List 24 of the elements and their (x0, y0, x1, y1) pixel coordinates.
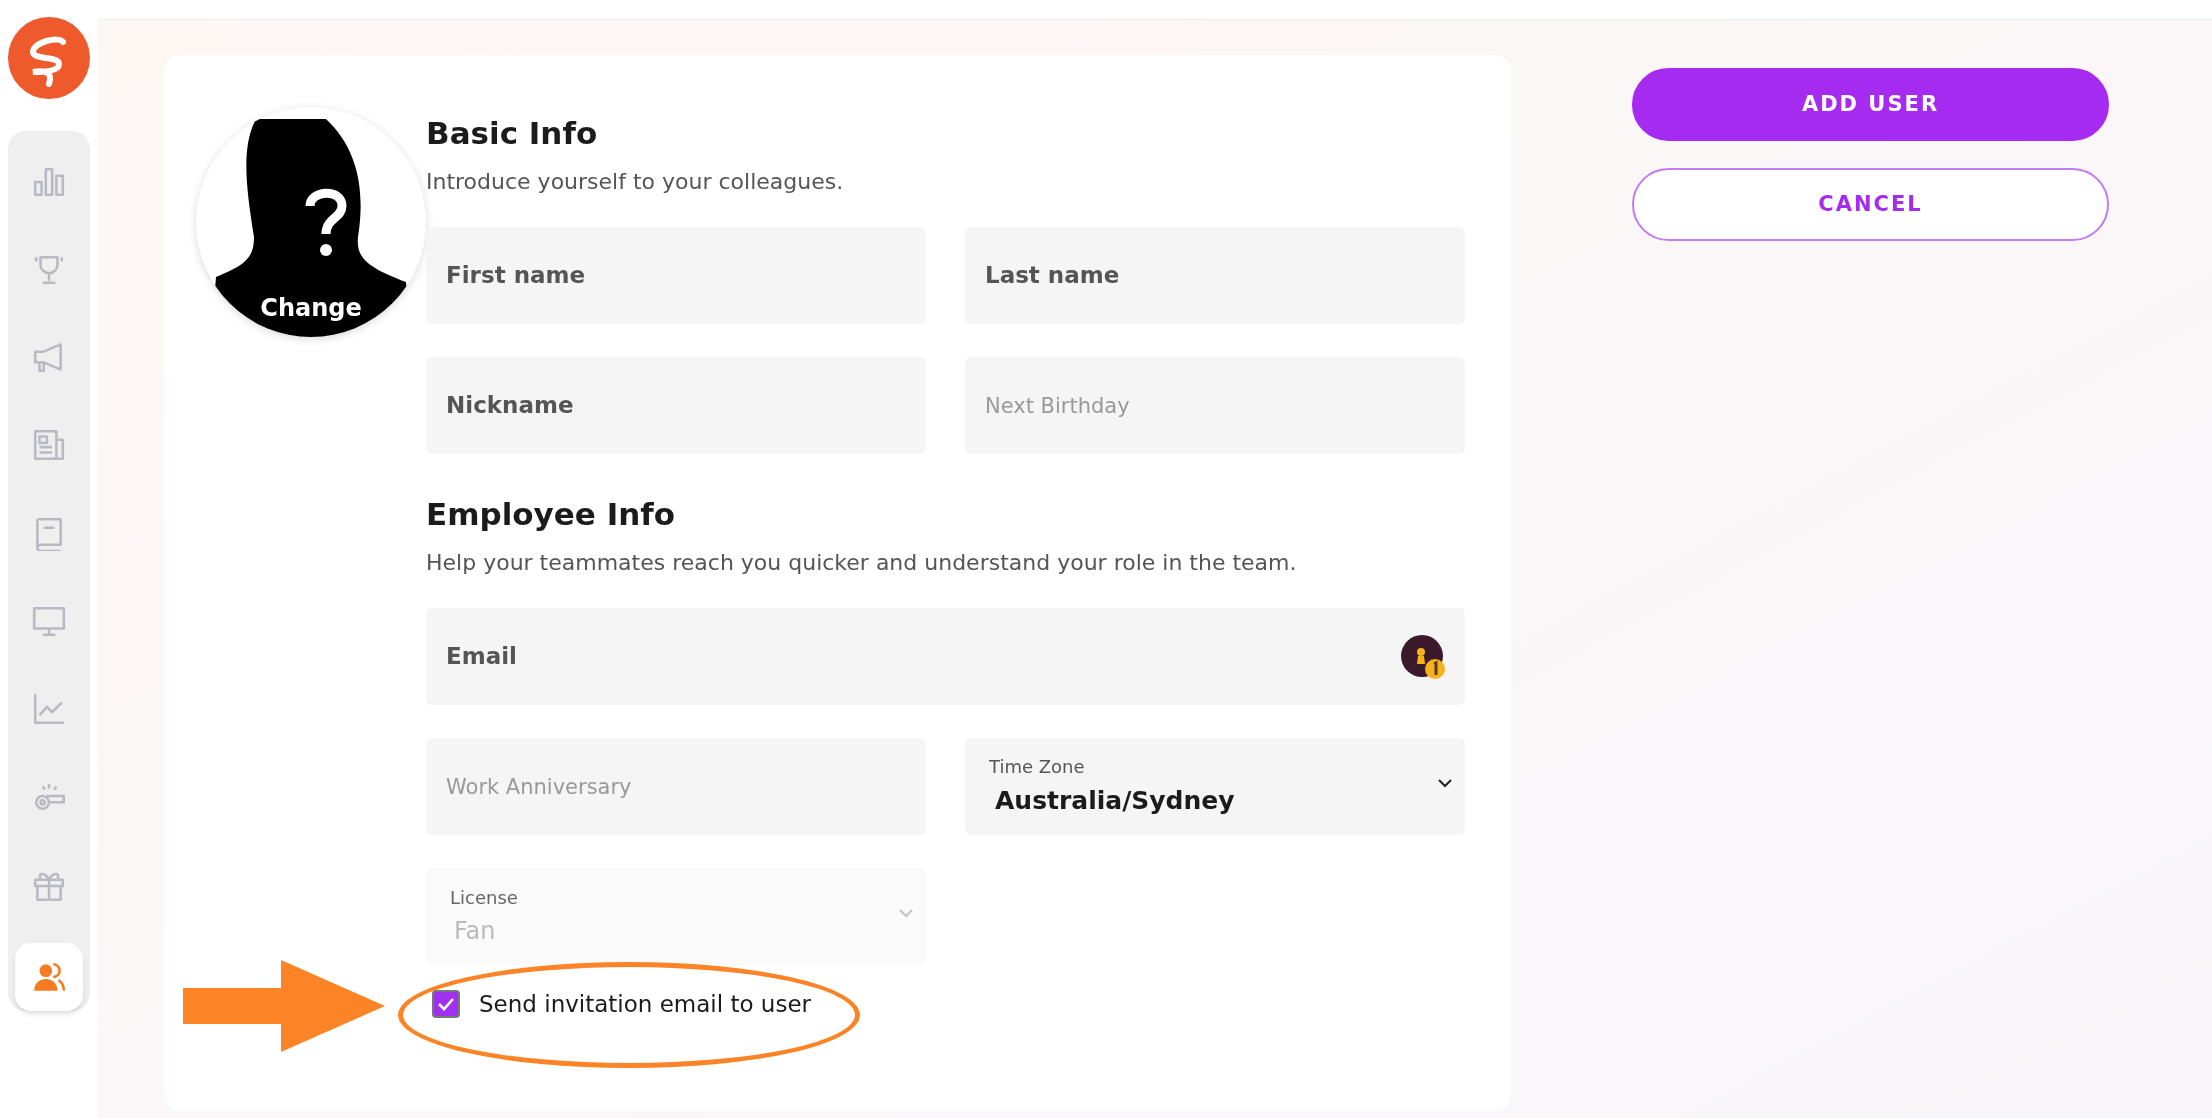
add-user-button[interactable]: ADD USER (1632, 68, 2109, 141)
newspaper-icon (31, 427, 67, 463)
line-chart-icon (31, 691, 67, 727)
avatar-picture[interactable]: Change (196, 107, 426, 337)
text-field[interactable]: Last name (965, 227, 1465, 324)
checkbox-label[interactable]: Send invitation email to user (479, 987, 811, 1022)
cancel-button[interactable]: CANCEL (1632, 168, 2109, 241)
chevron-down-icon (1437, 778, 1453, 788)
date-field[interactable]: Work Anniversary (426, 738, 926, 835)
section-description: Help your teammates reach you quicker and understand your role in the team. (426, 549, 1298, 577)
checkmark-icon (437, 997, 455, 1012)
section-description: Introduce yourself to your colleagues. (426, 168, 845, 196)
text-field[interactable]: First name (426, 227, 926, 324)
chevron-down-icon (898, 908, 914, 918)
text-field[interactable]: Nickname (426, 357, 926, 454)
person-badge-icon[interactable] (1401, 635, 1445, 679)
change-photo-link[interactable]: Change (196, 290, 426, 326)
checkbox[interactable] (432, 990, 460, 1019)
date-field[interactable]: Next Birthday (965, 357, 1465, 454)
select-field[interactable]: Time Zone Australia/Sydney (965, 738, 1465, 835)
text-field[interactable]: Email (426, 608, 1465, 705)
section-heading: Basic Info (426, 114, 599, 153)
section-heading: Employee Info (426, 495, 677, 534)
nav-item[interactable] (15, 943, 83, 1011)
